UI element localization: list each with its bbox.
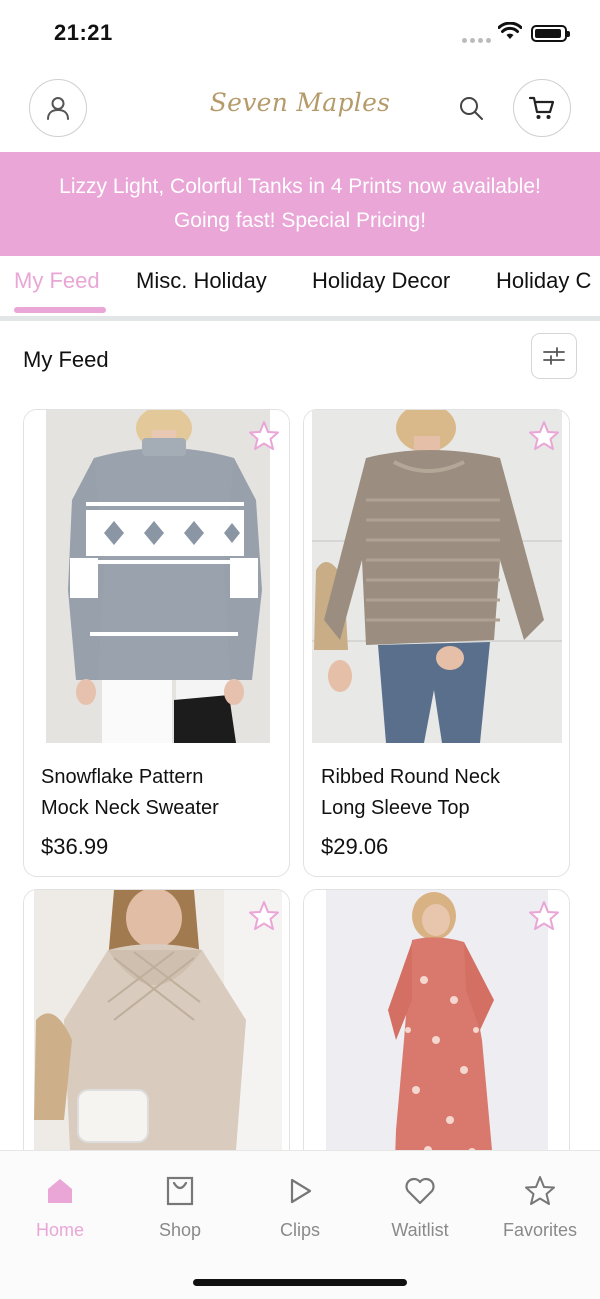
bottom-nav: Home Shop Clips Waitlist Favorites: [0, 1150, 600, 1299]
tab-holiday-c[interactable]: Holiday C: [496, 268, 591, 294]
product-name[interactable]: Snowflake Pattern Mock Neck Sweater: [41, 762, 281, 824]
category-tabs: My Feed Misc. Holiday Holiday Decor Holi…: [0, 256, 600, 322]
shopping-bag-icon: [166, 1176, 194, 1206]
tab-my-feed[interactable]: My Feed: [14, 268, 100, 294]
search-button[interactable]: [455, 92, 487, 124]
brand-logo[interactable]: Seven Maples: [180, 88, 420, 117]
nav-shop[interactable]: Shop: [125, 1173, 235, 1241]
product-card[interactable]: Ribbed Round Neck Long Sleeve Top $29.06: [303, 409, 570, 877]
sliders-icon: [543, 347, 565, 365]
cart-icon: [528, 96, 555, 119]
filter-button[interactable]: [531, 333, 577, 379]
product-name[interactable]: Ribbed Round Neck Long Sleeve Top: [321, 762, 561, 824]
nav-favorites-label: Favorites: [502, 1220, 578, 1240]
feed-title: My Feed: [23, 347, 109, 372]
promo-banner-line2: Going fast! Special Pricing!: [173, 209, 427, 232]
battery-icon: [531, 25, 570, 42]
nav-favorites[interactable]: Favorites: [485, 1173, 595, 1241]
star-icon: [525, 1176, 555, 1205]
tab-holiday-decor[interactable]: Holiday Decor: [312, 268, 450, 294]
search-icon: [460, 97, 483, 120]
star-icon[interactable]: [528, 420, 560, 452]
tabs-divider: [0, 316, 600, 321]
wifi-icon: [498, 22, 522, 39]
heart-icon: [405, 1177, 435, 1205]
product-image[interactable]: [24, 410, 289, 743]
active-tab-indicator: [14, 307, 106, 313]
product-name-line2: Long Sleeve Top: [321, 797, 470, 819]
nav-home[interactable]: Home: [5, 1173, 115, 1241]
signal-dots-icon: [462, 30, 494, 48]
product-price: $29.06: [321, 834, 389, 859]
status-time: 21:21: [54, 20, 113, 45]
star-icon[interactable]: [248, 900, 280, 932]
nav-waitlist-label: Waitlist: [391, 1220, 449, 1240]
user-icon: [47, 97, 69, 120]
cart-button[interactable]: [513, 79, 571, 137]
product-price: $36.99: [41, 834, 109, 859]
star-icon[interactable]: [528, 900, 560, 932]
star-icon[interactable]: [248, 420, 280, 452]
nav-home-label: Home: [35, 1220, 84, 1240]
product-card[interactable]: [23, 889, 290, 1189]
product-card[interactable]: [303, 889, 570, 1189]
product-name-line1: Snowflake Pattern: [41, 766, 204, 788]
product-image[interactable]: [304, 890, 569, 1188]
promo-banner[interactable]: Lizzy Light, Colorful Tanks in 4 Prints …: [0, 152, 600, 256]
home-icon: [48, 1179, 72, 1203]
product-card[interactable]: Snowflake Pattern Mock Neck Sweater $36.…: [23, 409, 290, 877]
product-name-line2: Mock Neck Sweater: [41, 797, 219, 819]
home-indicator[interactable]: [193, 1279, 407, 1286]
tab-misc-holiday[interactable]: Misc. Holiday: [136, 268, 267, 294]
play-icon: [290, 1178, 312, 1204]
profile-button[interactable]: [29, 79, 87, 137]
nav-clips-label: Clips: [279, 1220, 320, 1240]
app-header: Seven Maples: [0, 64, 600, 152]
product-image[interactable]: [304, 410, 569, 743]
nav-clips[interactable]: Clips: [245, 1173, 355, 1241]
product-image[interactable]: [24, 890, 289, 1188]
app-screen: 21:21 Seven Maples Lizzy Light, Colorful…: [0, 0, 600, 1299]
promo-banner-line1: Lizzy Light, Colorful Tanks in 4 Prints …: [59, 175, 541, 198]
nav-waitlist[interactable]: Waitlist: [365, 1173, 475, 1241]
status-bar: 21:21: [0, 0, 600, 64]
product-name-line1: Ribbed Round Neck: [321, 766, 500, 788]
nav-shop-label: Shop: [158, 1220, 202, 1240]
